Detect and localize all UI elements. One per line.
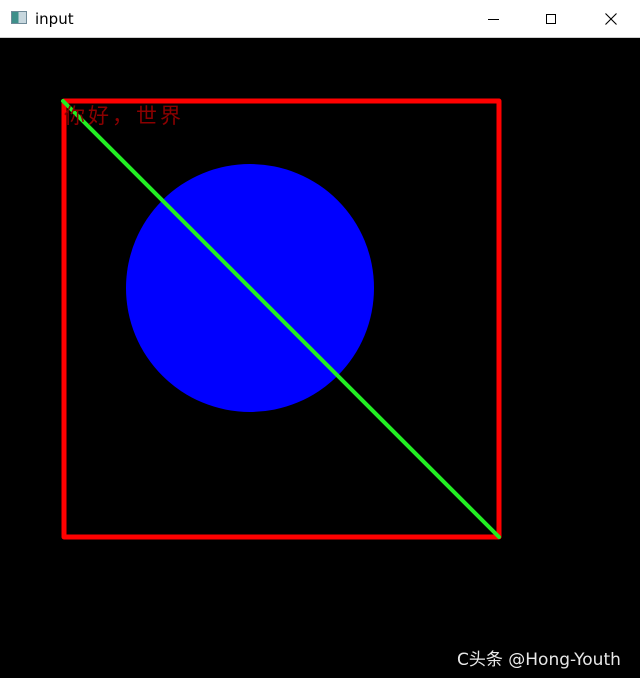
minimize-button[interactable] bbox=[464, 0, 522, 38]
maximize-button[interactable] bbox=[522, 0, 580, 38]
minimize-icon bbox=[487, 18, 499, 20]
close-icon bbox=[605, 13, 617, 25]
app-window-icon bbox=[11, 11, 27, 24]
title-bar[interactable]: input bbox=[0, 0, 640, 38]
maximize-icon bbox=[546, 14, 556, 24]
app-window: input 你好，世界 C头条 @Hong-Youth bbox=[0, 0, 640, 678]
watermark-text: C头条 @Hong-Youth bbox=[457, 650, 621, 670]
window-title: input bbox=[35, 10, 74, 28]
image-canvas bbox=[0, 38, 640, 678]
close-button[interactable] bbox=[582, 0, 640, 38]
greeting-text: 你好，世界 bbox=[64, 104, 184, 128]
